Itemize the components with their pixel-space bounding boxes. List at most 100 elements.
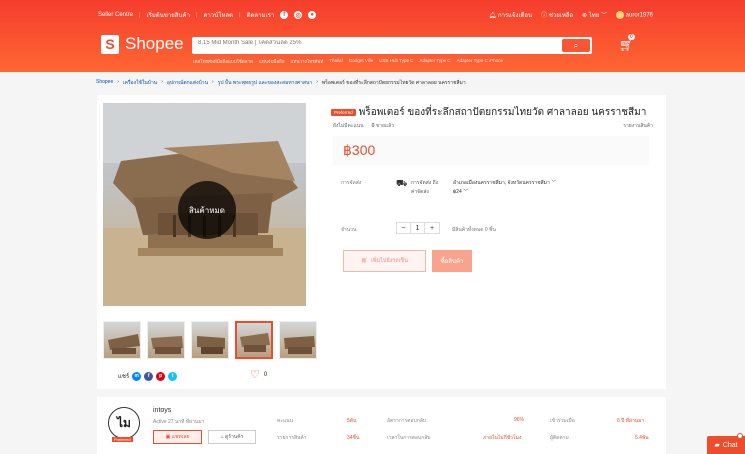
shipping-label: การจัดส่ง xyxy=(341,180,362,186)
breadcrumb-item[interactable]: Shopee xyxy=(96,79,113,87)
suggestion-link[interactable]: Adapter Type C iPhone xyxy=(457,58,503,65)
ship-to-selector[interactable]: อำเภอเมืองนครราชสีมา, จังหวัดนครราชสีมา … xyxy=(453,179,556,188)
report-link[interactable]: รายงานสินค้า xyxy=(623,122,653,130)
ship-fee-label: ค่าจัดส่ง xyxy=(411,189,429,195)
instagram-icon[interactable]: ◎ xyxy=(294,11,303,19)
thumbnail-strip xyxy=(103,321,317,359)
stat-label: เวลาในการตอบกลับ xyxy=(387,435,431,441)
divider: | xyxy=(195,12,198,18)
language-selector[interactable]: ⊕ ไทย ﹀ xyxy=(582,10,607,20)
shipping-values: อำเภอเมืองนครราชสีมา, จังหวัดนครราชสีมา … xyxy=(453,179,556,197)
view-shop-button[interactable]: ⌂ ดูร้านค้า xyxy=(208,430,256,444)
shop-card: ไม Preferred intoys Active 27 นาที ที่ผ่… xyxy=(97,397,666,454)
search-suggestions: เคสโทรศัพท์มือถือแบบใช้ตลาด แท่นจับมือถื… xyxy=(193,58,503,65)
shop-preferred-badge: Preferred xyxy=(112,437,133,442)
question-icon: ⓘ xyxy=(541,13,548,19)
share-label: แชร์ xyxy=(118,374,130,380)
shop-avatar[interactable]: ไม xyxy=(108,407,140,439)
facebook-icon[interactable]: f xyxy=(280,11,289,19)
shopee-logo[interactable]: S Shopee xyxy=(101,34,184,54)
suggestion-link[interactable]: Gadget Ville xyxy=(349,58,373,65)
suggestion-link[interactable]: แท่นวางโทรศัพท์ xyxy=(291,58,324,65)
product-title: พร็อพเตอร์ ของที่ระลึกสถาปัตยกรรมไทยวัด … xyxy=(358,107,647,118)
shop-name[interactable]: intoys xyxy=(153,407,171,414)
globe-icon: ⊕ xyxy=(582,13,588,19)
thumbnail-image xyxy=(197,336,225,354)
chat-floating-button[interactable]: ▰ Chat xyxy=(707,433,745,454)
breadcrumb-item[interactable]: เครื่องใช้ในบ้าน xyxy=(123,79,157,87)
stat-label: คะแนน xyxy=(277,418,294,424)
product-title-row: Preferred พร็อพเตอร์ ของที่ระลึกสถาปัตยก… xyxy=(331,105,661,120)
download-link[interactable]: ดาวน์โหลด xyxy=(204,10,234,20)
decrement-button[interactable]: − xyxy=(397,223,411,233)
logo-text: Shopee xyxy=(125,34,184,53)
preferred-badge: Preferred xyxy=(331,109,356,116)
cart-plus-icon: 🛒︎ xyxy=(361,258,368,264)
help-link[interactable]: ⓘ ช่วยเหลือ xyxy=(541,10,573,20)
thumbnail-image xyxy=(240,333,270,352)
seller-centre-link[interactable]: Seller Centre xyxy=(98,12,133,18)
stat-value: 5.4พัน xyxy=(635,435,649,441)
user-menu[interactable]: auror1976 xyxy=(615,11,653,19)
chat-now-button[interactable]: ▣ แชทเลย xyxy=(153,430,202,444)
ship-fee-selector[interactable]: ฿24 ﹀ xyxy=(453,188,556,197)
stat-value: 5ตัน xyxy=(347,418,357,424)
breadcrumb: Shopee › เครื่องใช้ในบ้าน › อุปกรณ์ตกแต่งบ… xyxy=(96,79,466,87)
thumbnail[interactable] xyxy=(103,321,141,359)
top-header: Seller Centre | เริ่มต้นขายสินค้า | ดาวน… xyxy=(0,0,745,72)
stat-value: 96% xyxy=(514,417,525,423)
facebook-icon[interactable]: f xyxy=(144,371,154,381)
breadcrumb-item[interactable]: อุปกรณ์ตกแต่งบ้าน xyxy=(167,79,208,87)
heart-icon: ♡ xyxy=(250,369,260,381)
notifications-link[interactable]: 🔔︎ การแจ้งเตือน xyxy=(489,10,533,20)
pinterest-icon[interactable]: p xyxy=(156,371,166,381)
chevron-down-icon: ﹀ xyxy=(551,180,557,186)
stat-label: อัตราการตอบกลับ xyxy=(387,418,426,424)
thumbnail[interactable] xyxy=(279,321,317,359)
cart-button[interactable]: 🛒︎ 0 xyxy=(619,34,635,52)
suggestion-link[interactable]: USB Hub Type C xyxy=(379,58,413,65)
sold-count: 0 xyxy=(371,123,375,129)
thumbnail-image xyxy=(108,334,140,354)
increment-button[interactable]: + xyxy=(425,223,439,233)
search-button[interactable]: ⌕ xyxy=(562,39,590,52)
breadcrumb-current: พร็อพเตอร์ ของที่ระลึกสถาปัตยกรรมไทยวัด … xyxy=(321,80,466,86)
product-card: สินค้าหมด แชร์ m f p t ♡ 0 Preferred พร็… xyxy=(97,95,666,389)
suggestion-link[interactable]: เคสโทรศัพท์มือถือแบบใช้ตลาด xyxy=(193,58,253,65)
quantity-stepper: − 1 + xyxy=(396,222,440,234)
chevron-down-icon: ﹀ xyxy=(600,13,607,19)
thumbnail-image xyxy=(284,336,315,354)
stat-value: ภายในไม่กี่ชั่วโมง xyxy=(483,435,522,441)
search-icon: ⌕ xyxy=(573,40,579,50)
add-to-cart-button[interactable]: 🛒︎ เพิ่มไปยังรถเข็น xyxy=(343,250,426,272)
shop-active-status: Active 27 นาที ที่ผ่านมา xyxy=(153,419,205,425)
search-input[interactable] xyxy=(198,40,558,46)
divider: | xyxy=(239,12,241,18)
quantity-input[interactable]: 1 xyxy=(411,223,425,233)
thumbnail-selected[interactable] xyxy=(235,321,273,359)
buy-now-button[interactable]: ซื้อสินค้า xyxy=(432,250,472,272)
thumbnail[interactable] xyxy=(191,321,229,359)
product-meta: ยังไม่มีคะแนน 0 ขายแล้ว รายงานสินค้า xyxy=(333,122,653,130)
stat-value: 6 ปี ที่ผ่านมา xyxy=(617,418,645,424)
chat-bubble-icon: ▰ xyxy=(714,442,720,449)
favorite-section[interactable]: ♡ 0 xyxy=(250,369,267,381)
twitter-icon[interactable]: t xyxy=(168,371,178,381)
top-nav-row: Seller Centre | เริ่มต้นขายสินค้า | ดาวน… xyxy=(98,9,653,21)
bell-icon: 🔔︎ xyxy=(488,13,497,19)
start-selling-link[interactable]: เริ่มต้นขายสินค้า xyxy=(147,10,190,20)
stat-label: ผู้ติดตาม xyxy=(550,435,569,441)
no-rating-label: ยังไม่มีคะแนน xyxy=(333,123,364,129)
messenger-icon[interactable]: m xyxy=(132,371,142,381)
suggestion-link[interactable]: Adapter Type C xyxy=(419,58,450,65)
suggestion-link[interactable]: แท่นจับมือถือ xyxy=(259,58,285,65)
breadcrumb-item[interactable]: รูป ปั้น พระพุทธรูป และของสะสมทางศาสนา xyxy=(218,79,313,87)
breadcrumb-separator: › xyxy=(212,79,214,85)
product-main-image[interactable]: สินค้าหมด xyxy=(103,103,306,306)
truck-icon: ⛟ xyxy=(396,178,408,188)
suggestion-link[interactable]: Thailaf xyxy=(329,58,343,65)
share-section: แชร์ m f p t xyxy=(118,371,178,381)
line-icon[interactable]: ● xyxy=(308,11,317,19)
thumbnail[interactable] xyxy=(147,321,185,359)
search-bar: ⌕ xyxy=(192,37,592,54)
